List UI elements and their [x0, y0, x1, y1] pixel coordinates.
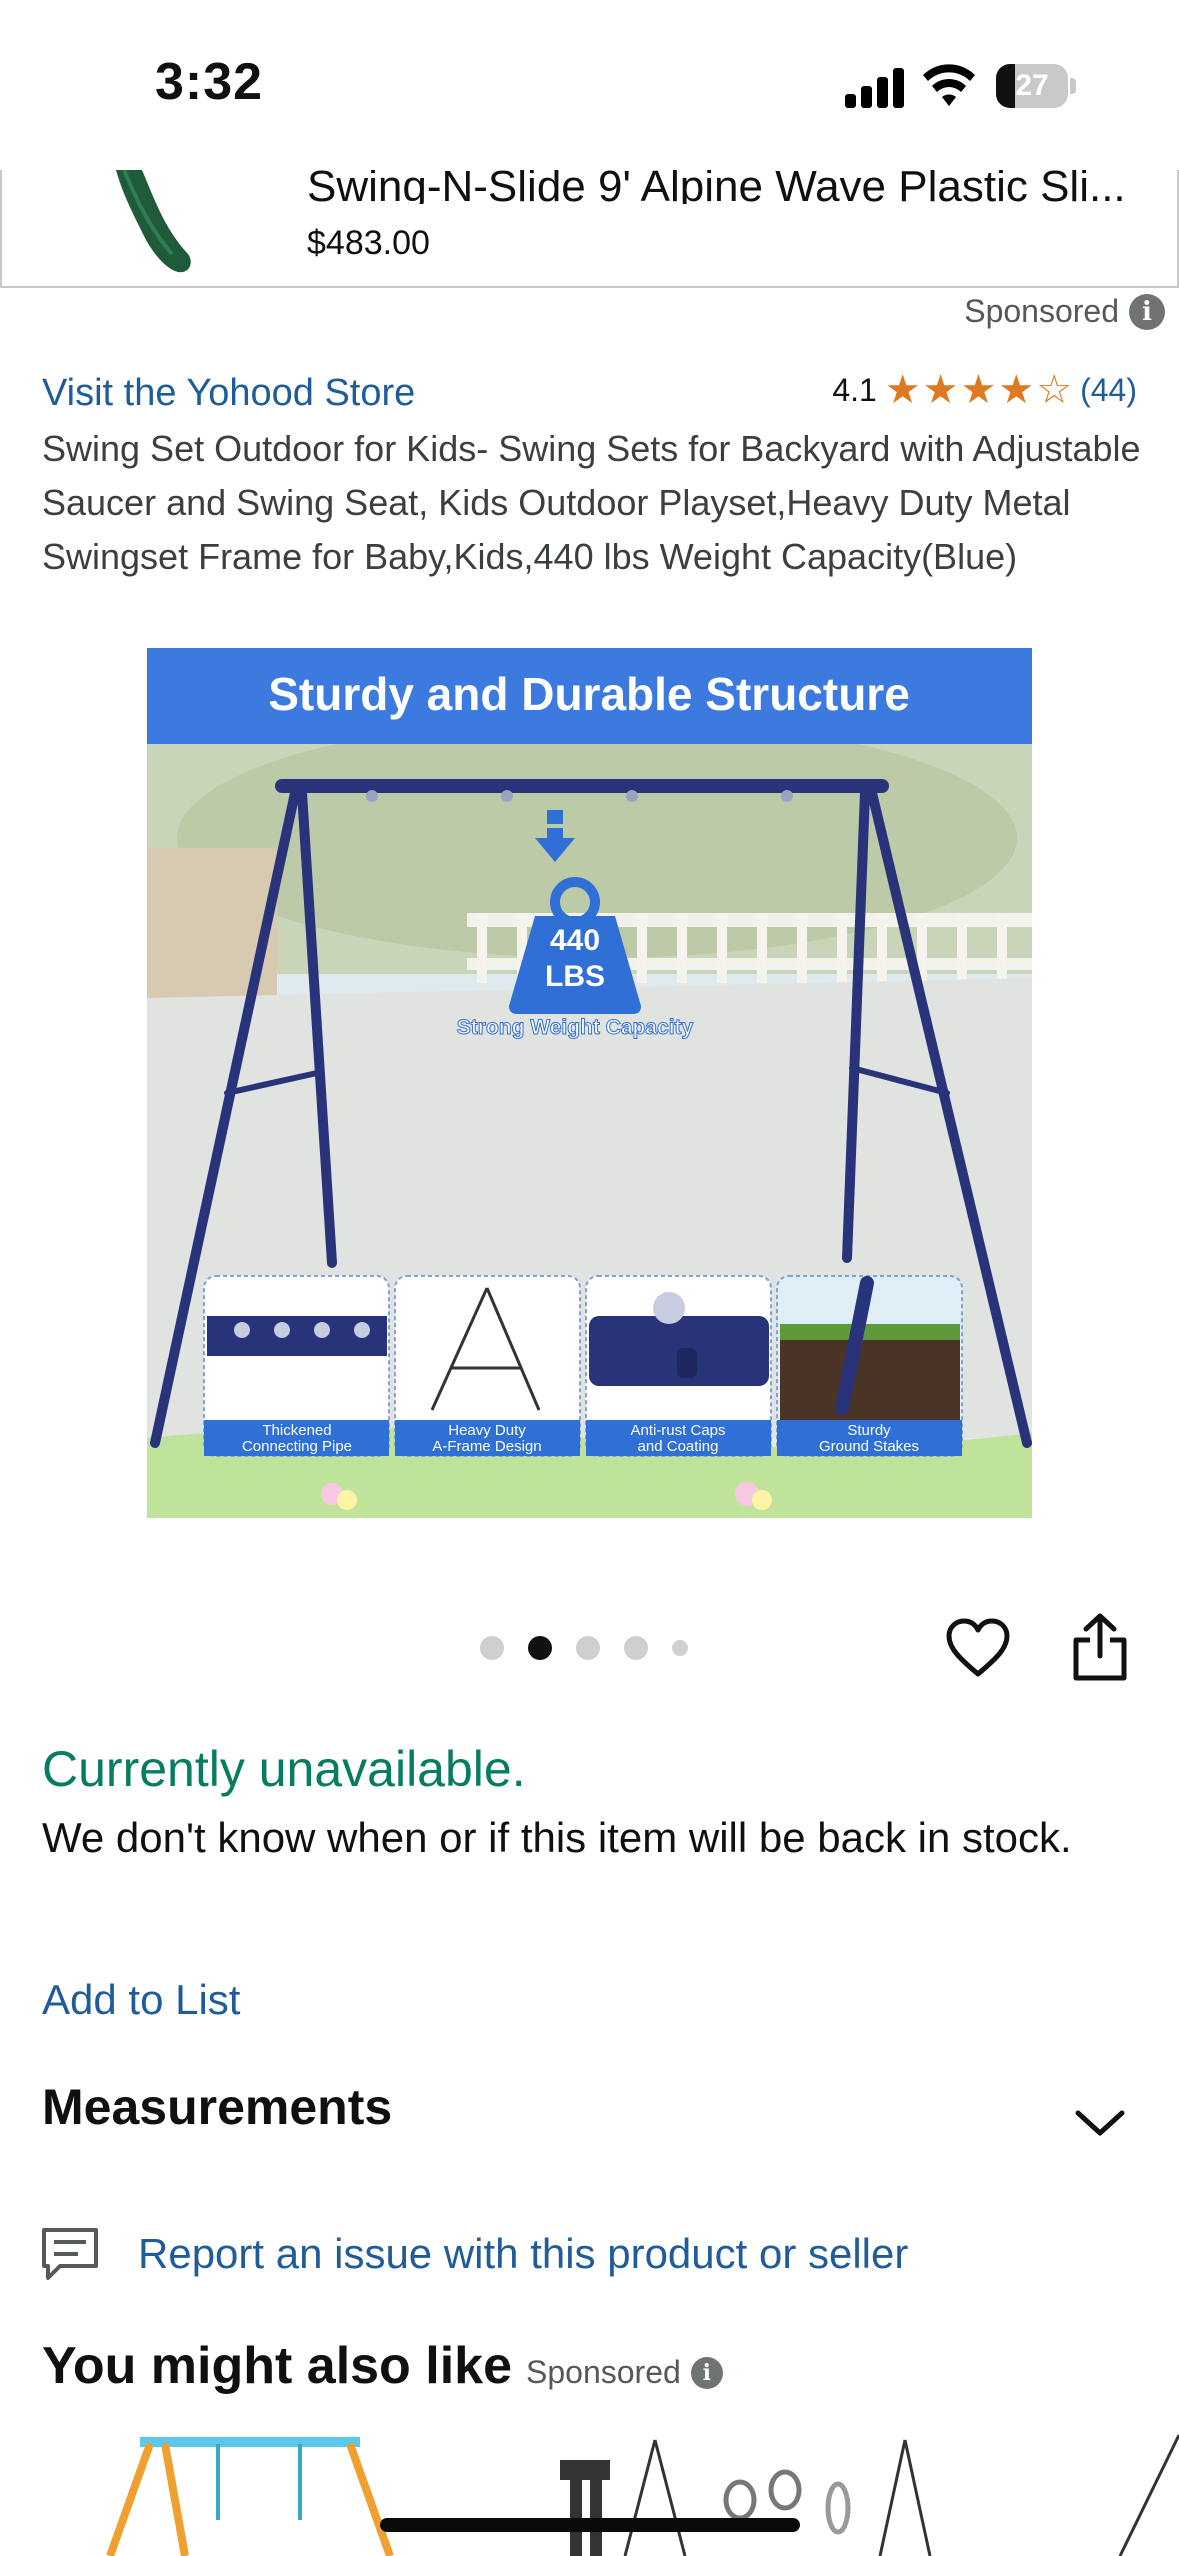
carousel-dot[interactable] — [480, 1636, 504, 1660]
recommendation-item-image[interactable] — [560, 2439, 932, 2556]
star-full-icon: ★ — [960, 368, 997, 412]
feedback-icon — [42, 2228, 98, 2280]
feature-label: Ground Stakes — [819, 1438, 919, 1455]
feature-label: A-Frame Design — [432, 1438, 541, 1455]
feature-card: Sturdy Ground Stakes — [776, 1275, 963, 1457]
report-issue-row[interactable]: Report an issue with this product or sel… — [40, 2226, 908, 2282]
slide-thumbnail — [116, 170, 191, 273]
sponsored-text: Sponsored — [526, 2354, 681, 2390]
sponsored-label[interactable]: Sponsored i — [964, 293, 1165, 330]
sponsored-text: Sponsored — [964, 293, 1119, 329]
star-full-icon: ★ — [998, 368, 1035, 412]
status-time: 3:32 — [155, 53, 264, 111]
recommendations-header: You might also like Sponsored i — [42, 2336, 723, 2396]
feature-label: Thickened — [262, 1422, 331, 1439]
battery-level: 27 — [1015, 69, 1049, 102]
recommendation-carousel[interactable] — [0, 2430, 1179, 2556]
sponsored-product-title[interactable]: Swing-N-Slide 9' Alpine Wave Plastic Sli… — [307, 170, 1167, 204]
image-carousel-indicator[interactable] — [480, 1636, 688, 1660]
feature-label: and Coating — [638, 1438, 719, 1455]
sponsored-product-banner[interactable]: Swing-N-Slide 9' Alpine Wave Plastic Sli… — [0, 170, 1179, 288]
feature-card: Heavy Duty A-Frame Design — [394, 1275, 581, 1457]
feature-card: Thickened Connecting Pipe — [203, 1275, 390, 1457]
recommendation-item-image[interactable] — [106, 2437, 394, 2556]
chevron-down-icon[interactable] — [1072, 2105, 1128, 2141]
status-bar: 3:32 27 — [0, 0, 1179, 170]
wifi-icon — [923, 64, 975, 106]
info-icon[interactable]: i — [1129, 293, 1165, 330]
feature-card: Anti-rust Caps and Coating — [585, 1275, 772, 1457]
battery-icon: 27 — [996, 64, 1076, 108]
feature-label: Sturdy — [847, 1422, 891, 1439]
rating-value: 4.1 — [832, 371, 877, 408]
sponsored-product-price: $483.00 — [307, 224, 430, 262]
weight-unit: LBS — [545, 960, 605, 993]
share-icon[interactable] — [1070, 1612, 1130, 1682]
measurements-heading[interactable]: Measurements — [42, 2078, 392, 2136]
star-empty-icon: ☆ — [1036, 368, 1073, 412]
carousel-dot[interactable] — [672, 1640, 688, 1656]
weight-caption: Strong Weight Capacity — [457, 1016, 694, 1039]
star-full-icon: ★ — [884, 368, 921, 412]
product-image[interactable]: Sturdy and Durable Structure 440 LBS Str… — [147, 648, 1032, 1518]
availability-detail: We don't know when or if this item will … — [42, 1814, 1072, 1861]
carousel-dot[interactable] — [624, 1636, 648, 1660]
info-icon[interactable]: i — [690, 2356, 723, 2389]
home-indicator[interactable] — [380, 2518, 800, 2532]
cellular-signal-icon — [845, 66, 907, 108]
carousel-dot-active[interactable] — [528, 1636, 552, 1660]
star-rating: ★ ★ ★ ★ ☆ — [885, 370, 1072, 410]
rating-count[interactable]: (44) — [1080, 372, 1137, 409]
feature-label: Heavy Duty — [448, 1422, 526, 1439]
recommendation-item-image[interactable] — [1118, 2434, 1179, 2556]
add-to-list-link[interactable]: Add to List — [42, 1976, 240, 2024]
image-banner-text: Sturdy and Durable Structure — [268, 668, 910, 720]
recommendations-title: You might also like — [42, 2337, 513, 2395]
report-issue-link[interactable]: Report an issue with this product or sel… — [138, 2230, 908, 2278]
feature-label: Anti-rust Caps — [630, 1422, 725, 1439]
product-title: Swing Set Outdoor for Kids- Swing Sets f… — [42, 428, 1141, 577]
carousel-dot[interactable] — [576, 1636, 600, 1660]
visit-store-link[interactable]: Visit the Yohood Store — [42, 372, 415, 415]
sponsored-label[interactable]: Sponsored i — [526, 2354, 723, 2391]
weight-number: 440 — [550, 924, 600, 957]
heart-icon[interactable] — [945, 1618, 1011, 1678]
feature-label: Connecting Pipe — [242, 1438, 352, 1455]
star-full-icon: ★ — [922, 368, 959, 412]
availability-status: Currently unavailable. — [42, 1741, 526, 1797]
rating-summary[interactable]: 4.1 ★ ★ ★ ★ ☆ (44) — [832, 370, 1137, 410]
